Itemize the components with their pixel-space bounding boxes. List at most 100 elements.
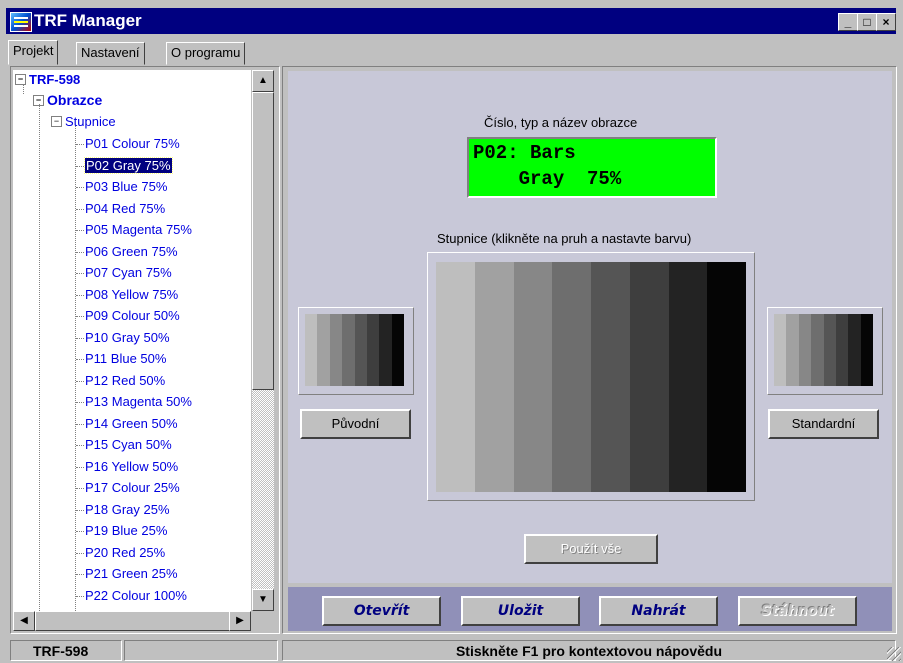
tree-root[interactable]: − TRF-598	[15, 70, 80, 90]
title-bar[interactable]: TRF Manager _ □ ×	[6, 8, 896, 34]
tree-item-label: P02 Gray 75%	[84, 156, 173, 174]
app-icon[interactable]	[10, 12, 32, 32]
scale-bar-3[interactable]	[513, 262, 553, 492]
tree-connector	[76, 337, 84, 339]
tree-item-label: P22 Colour 100%	[85, 587, 187, 603]
tree-item[interactable]: P19 Blue 25%	[85, 521, 167, 541]
tree-connector	[76, 595, 84, 597]
tree-item-label: P20 Red 25%	[85, 544, 166, 560]
scale-bar-2[interactable]	[474, 262, 514, 492]
tab-projekt[interactable]: Projekt	[8, 40, 59, 65]
tree-item[interactable]: P05 Magenta 75%	[85, 220, 192, 240]
pattern-caption: Číslo, typ a název obrazce	[484, 115, 638, 130]
standard-button[interactable]: Standardní	[768, 409, 879, 439]
scroll-left-icon[interactable]: ◀	[13, 611, 35, 631]
status-project: TRF-598	[10, 640, 122, 661]
tree-item-label: P16 Yellow 50%	[85, 458, 179, 474]
tab-o-programu[interactable]: O programu	[166, 42, 246, 65]
tree-folder-stupnice[interactable]: − Stupnice	[51, 112, 116, 132]
scale-bar-7[interactable]	[668, 262, 708, 492]
tree-connector	[76, 552, 84, 554]
scale-bar-4[interactable]	[552, 262, 591, 492]
preview-bar	[379, 314, 392, 386]
collapse-icon[interactable]: −	[15, 74, 26, 86]
scale-bar-5[interactable]	[591, 262, 630, 492]
scroll-up-icon[interactable]: ▲	[252, 70, 274, 92]
status-bar: TRF-598 Stiskněte F1 pro kontextovou náp…	[0, 638, 903, 663]
tree-item[interactable]: P08 Yellow 75%	[85, 285, 178, 305]
scale-bar-8[interactable]	[707, 262, 746, 492]
preview-bar	[329, 314, 343, 386]
open-button[interactable]: Otevřít	[322, 596, 441, 626]
resize-grip-icon[interactable]	[887, 647, 901, 661]
tree-item[interactable]: P16 Yellow 50%	[85, 457, 178, 477]
scroll-thumb[interactable]	[252, 92, 274, 390]
preview-bar	[774, 314, 787, 386]
tree-item[interactable]: P03 Blue 75%	[85, 177, 167, 197]
tree-item-label: P19 Blue 25%	[85, 523, 168, 538]
tree-connector	[76, 531, 84, 532]
tree-item[interactable]: P07 Cyan 75%	[85, 263, 172, 283]
tab-nastaveni[interactable]: Nastavení	[76, 42, 145, 65]
preview-bar	[848, 314, 861, 386]
standard-scale-preview	[767, 307, 883, 395]
maximize-button[interactable]: □	[857, 13, 877, 31]
scroll-right-icon[interactable]: ▶	[229, 611, 251, 631]
scroll-thumb[interactable]	[35, 611, 231, 631]
tree-connector	[76, 359, 84, 360]
tree-item-label: P18 Gray 25%	[85, 501, 170, 517]
close-button[interactable]: ×	[876, 13, 896, 31]
tree-item-label: P04 Red 75%	[85, 200, 166, 216]
window-title: TRF Manager	[34, 11, 142, 30]
tree-item-label: P03 Blue 75%	[85, 179, 168, 194]
tree-item[interactable]: P21 Green 25%	[85, 564, 178, 584]
upload-button[interactable]: Nahrát	[599, 596, 718, 626]
tree-item-label: P21 Green 25%	[85, 566, 178, 581]
tree-item[interactable]: P11 Blue 50%	[85, 349, 166, 369]
tree-item[interactable]: P17 Colour 25%	[85, 478, 180, 498]
tree-connector	[76, 165, 84, 167]
scale-bar-1[interactable]	[436, 262, 475, 492]
tree-connector	[76, 509, 84, 511]
tree-group-obrazce[interactable]: − Obrazce	[33, 90, 102, 110]
tree-item[interactable]: P04 Red 75%	[85, 199, 165, 219]
collapse-icon[interactable]: −	[51, 116, 62, 128]
tree-item[interactable]: P14 Green 50%	[85, 414, 178, 434]
minimize-button[interactable]: _	[838, 13, 858, 31]
scroll-corner	[252, 611, 274, 631]
tree-item[interactable]: P10 Gray 50%	[85, 328, 170, 348]
save-button[interactable]: Uložit	[461, 596, 580, 626]
tree-item[interactable]: P13 Magenta 50%	[85, 392, 192, 412]
tree-item[interactable]: P12 Red 50%	[85, 371, 165, 391]
download-button[interactable]: Stáhnout	[738, 596, 857, 626]
project-tree[interactable]: − TRF-598 − Obrazce − Stupnice P01 Colour 7…	[13, 70, 251, 611]
preview-bar	[823, 314, 836, 386]
scale-bars[interactable]	[436, 262, 746, 492]
tree-item[interactable]: P15 Cyan 50%	[85, 435, 172, 455]
apply-all-button[interactable]: Použít vše	[524, 534, 658, 564]
tree-connector	[76, 488, 84, 489]
preview-bar	[391, 314, 404, 386]
tree-item-label: P06 Green 75%	[85, 243, 178, 259]
tree-connector	[76, 144, 84, 145]
preview-bar	[786, 314, 799, 386]
tree-item[interactable]: P01 Colour 75%	[85, 134, 180, 154]
lcd-line-1: P02: Bars	[473, 142, 576, 164]
preview-bar	[366, 314, 380, 386]
tree-item[interactable]: P20 Red 25%	[85, 543, 165, 563]
tree-item[interactable]: P09 Colour 50%	[85, 306, 180, 326]
tree-item[interactable]: P02 Gray 75%	[84, 156, 173, 176]
status-hint: Stiskněte F1 pro kontextovou nápovědu	[282, 640, 896, 661]
original-scale-preview	[298, 307, 414, 395]
tree-item[interactable]: P18 Gray 25%	[85, 500, 170, 520]
tree-horizontal-scrollbar[interactable]: ◀ ▶	[13, 611, 251, 631]
tree-vertical-scrollbar[interactable]: ▲ ▼	[252, 70, 274, 611]
status-empty	[124, 640, 278, 661]
tree-item-label: P05 Magenta 75%	[85, 222, 192, 237]
original-button[interactable]: Původní	[300, 409, 411, 439]
tree-item[interactable]: P22 Colour 100%	[85, 586, 187, 606]
scale-bar-6[interactable]	[629, 262, 669, 492]
tree-item[interactable]: P06 Green 75%	[85, 242, 178, 262]
tree-item-label: P01 Colour 75%	[85, 136, 180, 151]
scroll-down-icon[interactable]: ▼	[252, 589, 274, 611]
